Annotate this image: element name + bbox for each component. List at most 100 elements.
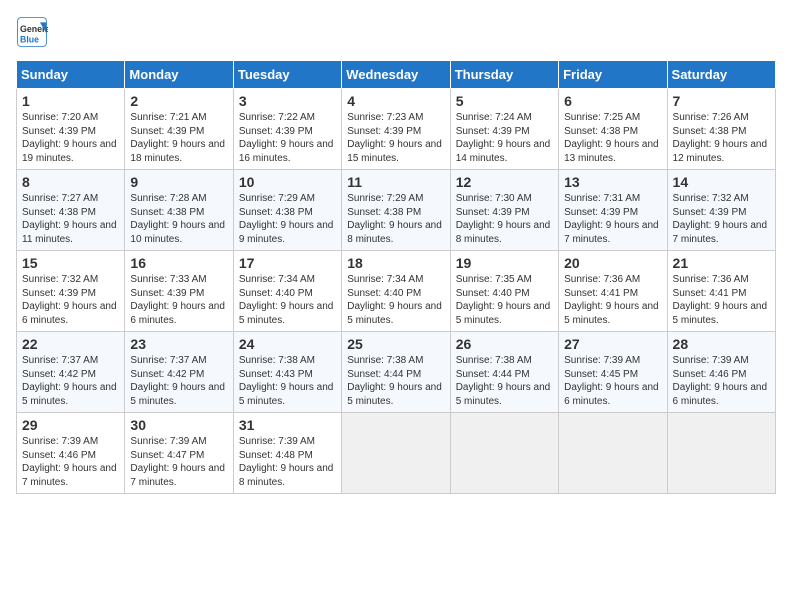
day-of-week-header: Sunday [17,61,125,89]
calendar-week-row: 8Sunrise: 7:27 AM Sunset: 4:38 PM Daylig… [17,170,776,251]
calendar-day-cell: 3 Sunrise: 7:22 AM Sunset: 4:39 PM Daylig… [233,89,341,170]
calendar-week-row: 15 Sunrise: 7:32 AM Sunset: 4:39 PM Dayli… [17,251,776,332]
day-info: Sunrise: 7:31 AM Sunset: 4:39 PM Dayligh… [564,192,661,246]
empty-cell [667,413,775,494]
day-number: 21 [673,255,770,271]
day-number: 3 [239,93,336,109]
day-info: Sunrise: 7:32 AM Sunset: 4:39 PM Dayligh… [673,192,770,246]
day-info: Sunrise: 7:37 AM Sunset: 4:42 PM Dayligh… [22,354,119,408]
day-info: Sunrise: 7:29 AM Sunset: 4:38 PM Dayligh… [239,192,336,246]
day-number: 2 [130,93,227,109]
calendar-day-cell: 18 Sunrise: 7:34 AM Sunset: 4:40 PM Dayli… [342,251,450,332]
day-number: 16 [130,255,227,271]
calendar-day-cell: 17 Sunrise: 7:34 AM Sunset: 4:40 PM Dayli… [233,251,341,332]
calendar-day-cell: 12 Sunrise: 7:30 AM Sunset: 4:39 PM Dayli… [450,170,558,251]
day-info: Sunrise: 7:23 AM Sunset: 4:39 PM Dayligh… [347,111,444,165]
day-number: 30 [130,417,227,433]
empty-cell [342,413,450,494]
day-number: 29 [22,417,119,433]
day-info: Sunrise: 7:22 AM Sunset: 4:39 PM Dayligh… [239,111,336,165]
calendar-day-cell: 29 Sunrise: 7:39 AM Sunset: 4:46 PM Dayli… [17,413,125,494]
day-of-week-header: Saturday [667,61,775,89]
calendar-week-row: 29 Sunrise: 7:39 AM Sunset: 4:46 PM Dayli… [17,413,776,494]
day-info: Sunrise: 7:21 AM Sunset: 4:39 PM Dayligh… [130,111,227,165]
calendar-day-cell: 16 Sunrise: 7:33 AM Sunset: 4:39 PM Dayli… [125,251,233,332]
day-number: 10 [239,174,336,190]
calendar-day-cell: 25 Sunrise: 7:38 AM Sunset: 4:44 PM Dayli… [342,332,450,413]
day-info: Sunrise: 7:29 AM Sunset: 4:38 PM Dayligh… [347,192,444,246]
logo: General Blue [16,16,52,48]
header: General Blue [16,16,776,48]
empty-cell [450,413,558,494]
calendar-week-row: 1 Sunrise: 7:20 AM Sunset: 4:39 PM Daylig… [17,89,776,170]
day-of-week-header: Friday [559,61,667,89]
day-number: 19 [456,255,553,271]
day-info: Sunrise: 7:28 AM Sunset: 4:38 PM Dayligh… [130,192,227,246]
day-info: Sunrise: 7:38 AM Sunset: 4:44 PM Dayligh… [347,354,444,408]
calendar-day-cell: 20Sunrise: 7:36 AM Sunset: 4:41 PM Dayli… [559,251,667,332]
calendar-day-cell: 27Sunrise: 7:39 AM Sunset: 4:45 PM Dayli… [559,332,667,413]
calendar-day-cell: 1 Sunrise: 7:20 AM Sunset: 4:39 PM Daylig… [17,89,125,170]
day-number: 20 [564,255,661,271]
logo-icon: General Blue [16,16,48,48]
calendar-day-cell: 22 Sunrise: 7:37 AM Sunset: 4:42 PM Dayli… [17,332,125,413]
calendar-day-cell: 30 Sunrise: 7:39 AM Sunset: 4:47 PM Dayli… [125,413,233,494]
day-info: Sunrise: 7:32 AM Sunset: 4:39 PM Dayligh… [22,273,119,327]
calendar-week-row: 22 Sunrise: 7:37 AM Sunset: 4:42 PM Dayli… [17,332,776,413]
day-info: Sunrise: 7:38 AM Sunset: 4:43 PM Dayligh… [239,354,336,408]
calendar-day-cell: 14 Sunrise: 7:32 AM Sunset: 4:39 PM Dayli… [667,170,775,251]
day-number: 24 [239,336,336,352]
day-number: 25 [347,336,444,352]
calendar-day-cell: 2 Sunrise: 7:21 AM Sunset: 4:39 PM Daylig… [125,89,233,170]
day-number: 8 [22,174,119,190]
day-info: Sunrise: 7:35 AM Sunset: 4:40 PM Dayligh… [456,273,553,327]
day-number: 7 [673,93,770,109]
day-number: 11 [347,174,444,190]
day-info: Sunrise: 7:34 AM Sunset: 4:40 PM Dayligh… [239,273,336,327]
day-info: Sunrise: 7:36 AM Sunset: 4:41 PM Dayligh… [673,273,770,327]
day-number: 28 [673,336,770,352]
day-of-week-header: Monday [125,61,233,89]
svg-text:Blue: Blue [20,34,39,44]
calendar-day-cell: 7Sunrise: 7:26 AM Sunset: 4:38 PM Daylig… [667,89,775,170]
day-number: 13 [564,174,661,190]
day-number: 27 [564,336,661,352]
day-number: 5 [456,93,553,109]
calendar-day-cell: 19 Sunrise: 7:35 AM Sunset: 4:40 PM Dayli… [450,251,558,332]
day-info: Sunrise: 7:39 AM Sunset: 4:47 PM Dayligh… [130,435,227,489]
day-number: 6 [564,93,661,109]
day-number: 26 [456,336,553,352]
calendar-day-cell: 8Sunrise: 7:27 AM Sunset: 4:38 PM Daylig… [17,170,125,251]
day-info: Sunrise: 7:39 AM Sunset: 4:46 PM Dayligh… [22,435,119,489]
calendar-header-row: SundayMondayTuesdayWednesdayThursdayFrid… [17,61,776,89]
empty-cell [559,413,667,494]
day-number: 12 [456,174,553,190]
day-info: Sunrise: 7:25 AM Sunset: 4:38 PM Dayligh… [564,111,661,165]
day-info: Sunrise: 7:20 AM Sunset: 4:39 PM Dayligh… [22,111,119,165]
calendar-day-cell: 11 Sunrise: 7:29 AM Sunset: 4:38 PM Dayli… [342,170,450,251]
day-info: Sunrise: 7:39 AM Sunset: 4:46 PM Dayligh… [673,354,770,408]
day-number: 18 [347,255,444,271]
calendar-day-cell: 31Sunrise: 7:39 AM Sunset: 4:48 PM Dayli… [233,413,341,494]
day-info: Sunrise: 7:24 AM Sunset: 4:39 PM Dayligh… [456,111,553,165]
day-info: Sunrise: 7:33 AM Sunset: 4:39 PM Dayligh… [130,273,227,327]
calendar-day-cell: 10 Sunrise: 7:29 AM Sunset: 4:38 PM Dayli… [233,170,341,251]
day-number: 22 [22,336,119,352]
calendar-day-cell: 26Sunrise: 7:38 AM Sunset: 4:44 PM Dayli… [450,332,558,413]
day-info: Sunrise: 7:30 AM Sunset: 4:39 PM Dayligh… [456,192,553,246]
day-info: Sunrise: 7:34 AM Sunset: 4:40 PM Dayligh… [347,273,444,327]
calendar-day-cell: 13 Sunrise: 7:31 AM Sunset: 4:39 PM Dayli… [559,170,667,251]
day-info: Sunrise: 7:37 AM Sunset: 4:42 PM Dayligh… [130,354,227,408]
day-number: 15 [22,255,119,271]
day-number: 17 [239,255,336,271]
day-of-week-header: Thursday [450,61,558,89]
calendar-day-cell: 4Sunrise: 7:23 AM Sunset: 4:39 PM Daylig… [342,89,450,170]
day-number: 9 [130,174,227,190]
day-of-week-header: Tuesday [233,61,341,89]
day-number: 14 [673,174,770,190]
day-number: 1 [22,93,119,109]
day-of-week-header: Wednesday [342,61,450,89]
calendar-day-cell: 24 Sunrise: 7:38 AM Sunset: 4:43 PM Dayli… [233,332,341,413]
calendar-day-cell: 21 Sunrise: 7:36 AM Sunset: 4:41 PM Dayli… [667,251,775,332]
day-number: 31 [239,417,336,433]
